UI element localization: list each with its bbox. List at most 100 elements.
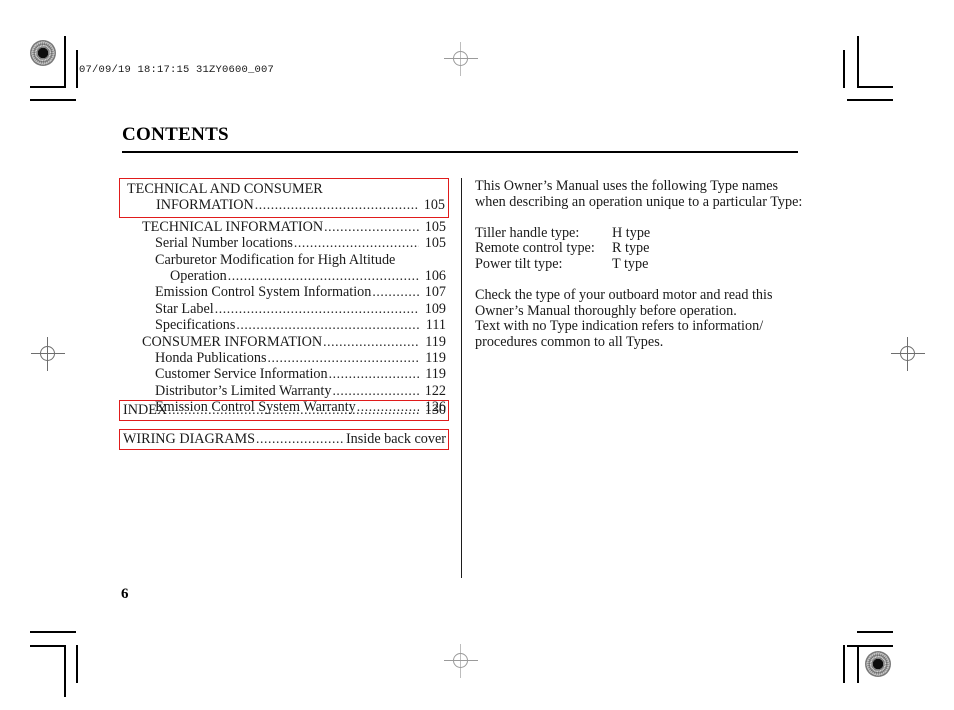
closing-line-2: Owner’s Manual thoroughly before operati…	[475, 302, 737, 319]
toc-row[interactable]: Specifications .........................…	[122, 317, 446, 333]
toc-label: INFORMATION	[156, 197, 254, 214]
closing-line-3: Text with no Type indication refers to i…	[475, 318, 764, 335]
registration-rosette-bottom-right	[865, 651, 891, 677]
type-name-value: T type	[612, 255, 649, 272]
toc-leader: ........................................…	[332, 382, 419, 398]
toc-row[interactable]: Distributor’s Limited Warranty .........…	[122, 383, 446, 399]
toc-label: TECHNICAL INFORMATION	[142, 218, 324, 235]
registration-crosshair-right-middle	[891, 337, 925, 371]
crop-mark-tl-horizontal-2	[30, 99, 76, 101]
crop-mark-br-horizontal-2	[847, 645, 893, 647]
registration-rosette-top-left	[30, 40, 56, 66]
crop-mark-tr-horizontal	[857, 86, 893, 88]
crop-mark-bl-horizontal	[30, 631, 76, 633]
toc-row[interactable]: Star Label .............................…	[122, 301, 446, 317]
toc-leader: ........................................…	[256, 431, 345, 446]
column-divider	[461, 178, 462, 578]
toc-leader: ........................................…	[324, 218, 419, 234]
closing-line-1: Check the type of your outboard motor an…	[475, 287, 773, 304]
toc-pageno: 130	[424, 402, 446, 418]
toc-pageno: Inside back cover	[345, 431, 446, 447]
toc-row[interactable]: Honda Publications .....................…	[122, 350, 446, 366]
toc-pageno: 107	[424, 284, 446, 301]
toc-row[interactable]: INFORMATION ............................…	[123, 197, 445, 213]
toc-leader: ........................................…	[267, 350, 419, 366]
toc-pageno: 106	[424, 268, 446, 285]
toc-label: Carburetor Modification for High Altitud…	[155, 251, 396, 268]
crop-mark-bl-bleed-vertical	[76, 645, 78, 683]
toc-label: Serial Number locations	[155, 235, 293, 252]
intro-line-2: when describing an operation unique to a…	[475, 193, 803, 210]
table-row: Remote control type: R type	[475, 241, 650, 257]
type-notes-column: This Owner’s Manual uses the following T…	[475, 178, 805, 351]
toc-leader: ........................................…	[328, 366, 419, 382]
crop-mark-br-horizontal	[857, 631, 893, 633]
crop-mark-tr-vertical	[843, 50, 845, 88]
crop-mark-tr-horizontal-2	[847, 99, 893, 101]
page-number: 6	[121, 586, 129, 602]
toc-leader: ........................................…	[236, 317, 419, 333]
toc-label: Star Label	[155, 300, 214, 317]
crop-mark-bl-horizontal-2	[30, 645, 66, 647]
toc-row[interactable]: TECHNICAL AND CONSUMER .................…	[123, 181, 445, 197]
toc-row[interactable]: Customer Service Information ...........…	[122, 366, 446, 382]
type-name-label: Remote control type:	[475, 240, 595, 257]
page-title: CONTENTS	[122, 124, 229, 145]
toc-leader: ........................................…	[293, 235, 419, 251]
toc-row[interactable]: CONSUMER INFORMATION ...................…	[122, 334, 446, 350]
crop-mark-tr-corner-vertical	[857, 36, 859, 88]
toc-pageno: 119	[425, 350, 446, 367]
toc-group-technical-and-consumer-information[interactable]: TECHNICAL AND CONSUMER .................…	[119, 178, 449, 218]
intro-line-1: This Owner’s Manual uses the following T…	[475, 178, 779, 194]
closing-line-4: procedures common to all Types.	[475, 333, 664, 350]
type-name-label: Power tilt type:	[475, 255, 563, 272]
registration-crosshair-top-center	[444, 42, 478, 76]
toc-pageno: 119	[425, 333, 446, 350]
toc-pageno: 122	[424, 382, 446, 399]
toc-pageno: 105	[424, 218, 446, 235]
table-row: Tiller handle type: H type	[475, 224, 651, 242]
crop-mark-tl-bleed-vertical	[76, 50, 78, 88]
toc-row[interactable]: Emission Control System Information ....…	[122, 284, 446, 300]
toc-label: TECHNICAL AND CONSUMER	[127, 181, 323, 197]
toc-leader: ........................................…	[323, 333, 419, 349]
toc-label: Emission Control System Information	[155, 284, 372, 301]
type-name-value: R type	[612, 240, 650, 257]
toc-leader: ........................................…	[372, 284, 419, 300]
toc-row[interactable]: WIRING DIAGRAMS ........................…	[123, 431, 446, 447]
toc-leader: ........................................…	[227, 268, 419, 284]
toc-pageno: 119	[425, 366, 446, 383]
registration-crosshair-left-middle	[31, 337, 65, 371]
toc-row[interactable]: Carburetor Modification for High Altitud…	[122, 252, 446, 268]
toc-pageno: 109	[424, 300, 446, 317]
registration-crosshair-bottom-center	[444, 644, 478, 678]
crop-mark-tl-vertical	[64, 36, 66, 88]
toc-row[interactable]: Serial Number locations ................…	[122, 235, 446, 251]
toc-label: Distributor’s Limited Warranty	[155, 382, 332, 399]
toc-row[interactable]: TECHNICAL INFORMATION ..................…	[122, 219, 446, 235]
toc-label: Honda Publications	[155, 350, 267, 367]
toc-pageno: 105	[424, 235, 446, 252]
type-names-table: Tiller handle type: H type Remote contro…	[475, 224, 651, 273]
toc-leader: ........................................…	[168, 402, 419, 417]
toc-leader: ........................................…	[214, 300, 419, 316]
toc-row[interactable]: Operation ..............................…	[122, 268, 446, 284]
toc-group-technical-information: TECHNICAL INFORMATION ..................…	[119, 218, 449, 416]
crop-mark-bl-vertical	[64, 645, 66, 697]
type-name-value: H type	[612, 224, 651, 241]
toc-label: CONSUMER INFORMATION	[142, 333, 323, 350]
toc-entry-wiring-diagrams[interactable]: WIRING DIAGRAMS ........................…	[119, 429, 449, 451]
toc-label: Operation	[170, 268, 227, 285]
toc-pageno: 111	[425, 317, 446, 334]
toc-label: INDEX	[123, 402, 168, 418]
title-rule	[122, 151, 798, 153]
toc-row[interactable]: INDEX ..................................…	[123, 402, 446, 418]
toc-pageno: 105	[423, 197, 445, 214]
crop-mark-br-bleed-vertical	[843, 645, 845, 683]
crop-mark-tl-horizontal	[30, 86, 66, 88]
toc-entry-index[interactable]: INDEX ..................................…	[119, 400, 449, 422]
crop-mark-br-corner-vertical	[857, 645, 859, 683]
table-row: Power tilt type: T type	[475, 255, 650, 273]
